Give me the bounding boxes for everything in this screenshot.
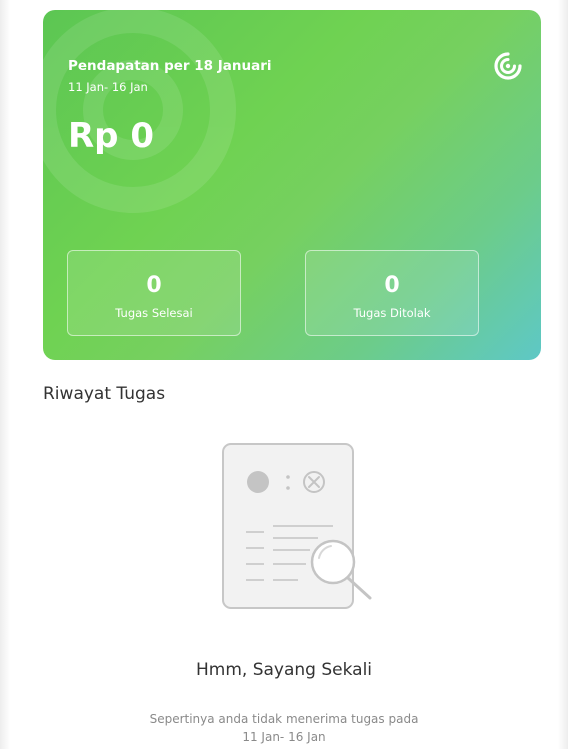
- right-edge-shadow: [558, 0, 568, 749]
- tasks-completed-stat: 0 Tugas Selesai: [67, 250, 241, 336]
- earnings-card: Pendapatan per 18 Januari 11 Jan- 16 Jan…: [43, 10, 541, 360]
- left-edge-shadow: [0, 0, 10, 749]
- empty-state-title: Hmm, Sayang Sekali: [195, 660, 373, 680]
- tasks-completed-value: 0: [146, 273, 162, 298]
- earnings-period: 11 Jan- 16 Jan: [68, 80, 148, 94]
- empty-state-description-line2: 11 Jan- 16 Jan: [242, 730, 326, 744]
- empty-state-description: Sepertinya anda tidak menerima tugas pad…: [0, 710, 568, 746]
- task-history-title: Riwayat Tugas: [43, 384, 166, 404]
- tasks-rejected-stat: 0 Tugas Ditolak: [305, 250, 479, 336]
- card-watermark-icon: [43, 10, 236, 213]
- tasks-rejected-value: 0: [384, 273, 400, 298]
- empty-state-description-line1: Sepertinya anda tidak menerima tugas pad…: [149, 712, 419, 726]
- empty-document-search-icon: [222, 443, 372, 609]
- tasks-completed-label: Tugas Selesai: [115, 306, 193, 320]
- spiral-logo-icon: [494, 52, 522, 80]
- earnings-title: Pendapatan per 18 Januari: [68, 58, 272, 74]
- earnings-amount: Rp 0: [68, 116, 155, 156]
- screen: Pendapatan per 18 Januari 11 Jan- 16 Jan…: [0, 0, 568, 749]
- tasks-rejected-label: Tugas Ditolak: [353, 306, 431, 320]
